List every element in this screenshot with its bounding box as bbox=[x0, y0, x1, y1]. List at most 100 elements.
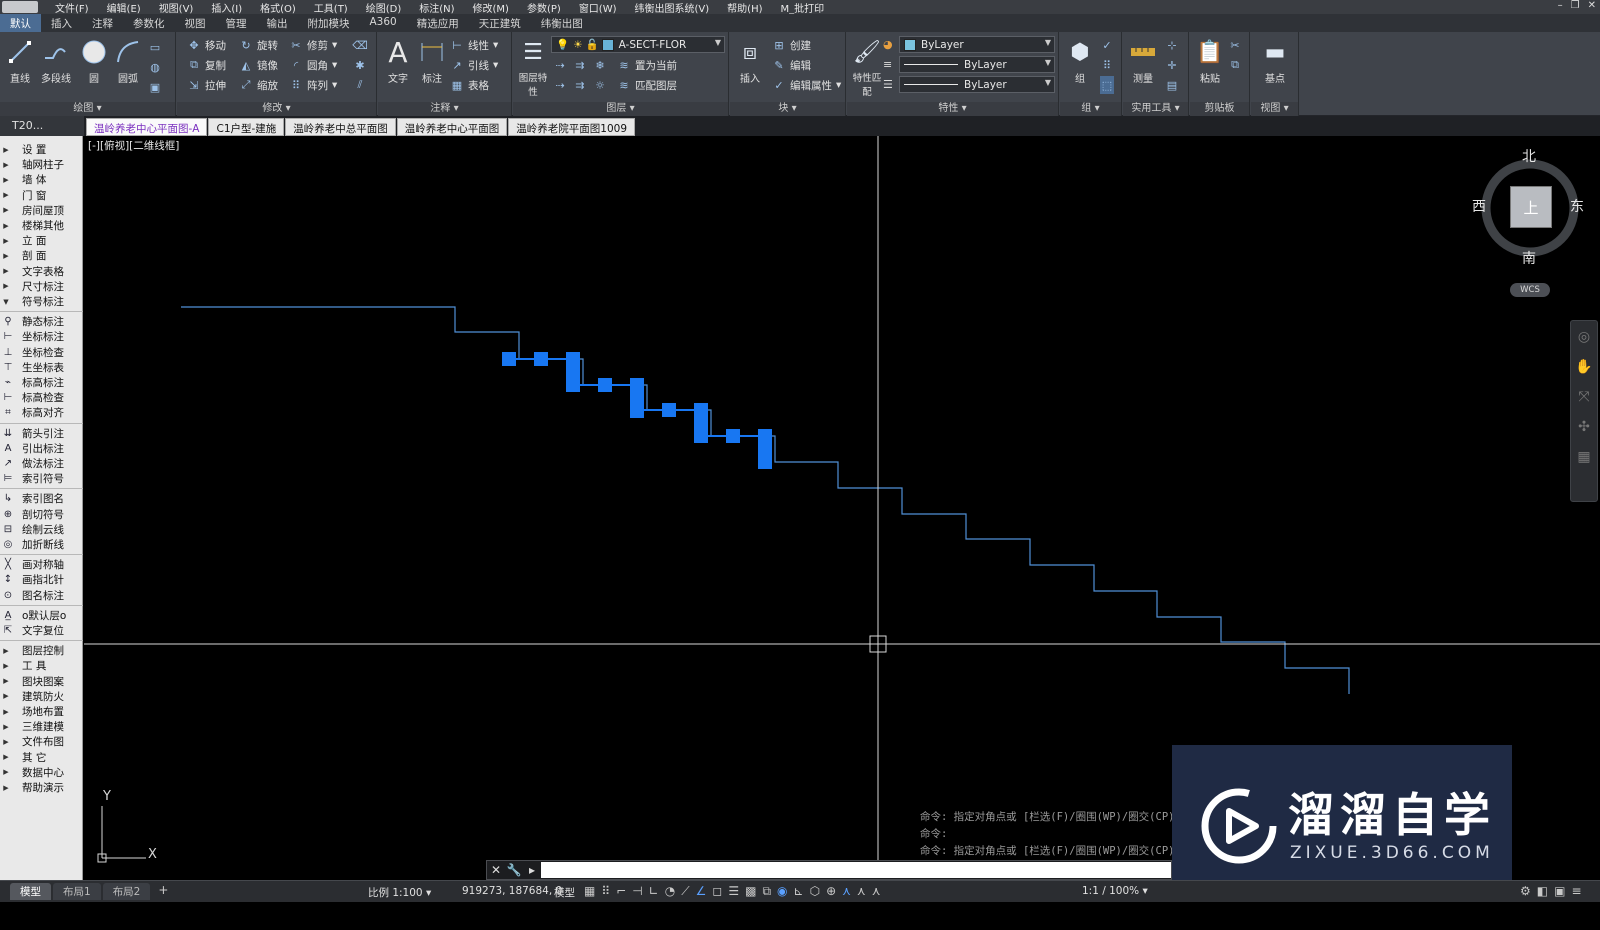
annotation-visibility-icon[interactable]: ⋏ bbox=[842, 884, 851, 899]
model-space-toggle[interactable]: 模型 bbox=[554, 885, 575, 900]
color-dropdown[interactable]: ByLayer ▼ bbox=[899, 36, 1055, 53]
palette-command[interactable]: ╳ 画对称轴 bbox=[0, 557, 83, 572]
grip[interactable] bbox=[502, 352, 516, 366]
paste-button[interactable]: 📋 粘贴 bbox=[1192, 36, 1228, 96]
gizmo-icon[interactable]: ⊕ bbox=[826, 884, 836, 899]
ribbon-tab[interactable]: 参数化 bbox=[123, 14, 175, 32]
add-layout-icon[interactable]: + bbox=[152, 883, 174, 900]
dynamic-input-icon[interactable]: ⊣ bbox=[632, 884, 642, 899]
menu-item[interactable]: 参数(P) bbox=[518, 0, 570, 15]
id-point-button[interactable]: ✛ bbox=[1165, 56, 1179, 74]
dimension-button[interactable]: 标注 bbox=[414, 36, 450, 96]
move-button[interactable]: ✥ 移动 bbox=[187, 36, 226, 54]
ribbon-tab[interactable]: 视图 bbox=[175, 14, 216, 32]
annotation-scale[interactable]: 1:1 / 100% ▾ bbox=[1082, 885, 1148, 897]
hatch-button[interactable]: ◍ bbox=[148, 58, 162, 76]
ribbon-tab[interactable]: 精选应用 bbox=[407, 14, 469, 32]
create-block-button[interactable]: ⊞ 创建 bbox=[772, 36, 811, 54]
palette-group[interactable]: ▶ 数据中心 bbox=[0, 765, 83, 780]
menu-item[interactable]: 工具(T) bbox=[305, 0, 357, 15]
restore-icon[interactable]: ❐ bbox=[1571, 0, 1580, 11]
auto-scale-icon[interactable]: ⋏ bbox=[857, 884, 866, 899]
layout-tab[interactable]: 模型 bbox=[10, 883, 51, 900]
file-tab[interactable]: 温岭养老中心平面图 bbox=[396, 118, 508, 136]
palette-command[interactable]: ⌁ 标高标注 bbox=[0, 375, 83, 390]
infer-icon[interactable]: ⌐ bbox=[616, 884, 626, 899]
palette-command[interactable]: ⌗ 标高对齐 bbox=[0, 405, 83, 420]
wcs-menu[interactable]: WCS bbox=[1510, 283, 1550, 297]
copy-clip-button[interactable]: ⧉ bbox=[1228, 56, 1242, 74]
lineweight-display-icon[interactable]: ☰ bbox=[728, 884, 739, 899]
isolate-objects-icon[interactable]: ◧ bbox=[1537, 884, 1548, 898]
palette-command[interactable]: ⇱ 文字复位 bbox=[0, 623, 83, 638]
object-snap-tracking-icon[interactable]: ∠ bbox=[696, 884, 707, 899]
palette-group[interactable]: ▶ 其 它 bbox=[0, 750, 83, 765]
ribbon-tab[interactable]: 纬衡出图 bbox=[531, 14, 593, 32]
orbit-icon[interactable]: ✣ bbox=[1571, 419, 1597, 441]
zoom-extents-icon[interactable]: ⤧ bbox=[1571, 389, 1597, 411]
layout-tab[interactable]: 布局2 bbox=[102, 883, 151, 900]
arc-button[interactable]: 圆弧 bbox=[110, 36, 146, 96]
selection-cycling-icon[interactable]: ⧉ bbox=[762, 884, 771, 899]
grip[interactable] bbox=[726, 429, 740, 443]
explode-button[interactable]: ✱ bbox=[353, 56, 367, 74]
palette-group[interactable]: ▶ 房间屋顶 bbox=[0, 203, 83, 218]
transparency-icon[interactable]: ▩ bbox=[745, 884, 756, 899]
palette-group[interactable]: ▶ 设 置 bbox=[0, 142, 83, 157]
palette-group[interactable]: ▶ 楼梯其他 bbox=[0, 218, 83, 233]
palette-group[interactable]: ▶ 立 面 bbox=[0, 233, 83, 248]
palette-group[interactable]: ▶ 墙 体 bbox=[0, 172, 83, 187]
calculator-button[interactable]: ▤ bbox=[1165, 76, 1179, 94]
grip[interactable] bbox=[630, 378, 644, 418]
palette-command[interactable]: ↕ 画指北针 bbox=[0, 572, 83, 587]
measure-button[interactable]: 测量 bbox=[1125, 36, 1161, 96]
palette-group[interactable]: ▶ 尺寸标注 bbox=[0, 279, 83, 294]
grip[interactable] bbox=[694, 403, 708, 443]
compass-east[interactable]: 东 bbox=[1570, 196, 1584, 216]
block-panel-title[interactable]: 块 ▾ bbox=[730, 102, 845, 116]
wrench-icon[interactable]: 🔧 bbox=[505, 863, 523, 877]
edit-block-button[interactable]: ✎ 编辑 bbox=[772, 56, 811, 74]
rectangle-button[interactable]: ▭ bbox=[148, 38, 162, 56]
palette-command[interactable]: A̲ o默认层o bbox=[0, 608, 83, 623]
ribbon-tab[interactable]: 天正建筑 bbox=[469, 14, 531, 32]
palette-group[interactable]: ▶ 文字表格 bbox=[0, 264, 83, 279]
grid-icon[interactable]: ▦ bbox=[584, 884, 595, 899]
fillet-button[interactable]: ◜ 圆角 ▾ bbox=[289, 56, 337, 74]
grip[interactable] bbox=[598, 378, 612, 392]
palette-command[interactable]: ⊤ 生坐标表 bbox=[0, 360, 83, 375]
menu-item[interactable]: 修改(M) bbox=[464, 0, 518, 15]
array-button[interactable]: ⠿ 阵列 ▾ bbox=[289, 76, 337, 94]
layer-dropdown[interactable]: 💡 ☀ 🔓 A-SECT-FLOR ▼ bbox=[551, 36, 725, 53]
menu-item[interactable]: 格式(O) bbox=[251, 0, 305, 15]
annotation-scale-icon[interactable]: ⋏ bbox=[872, 884, 881, 899]
menu-item[interactable]: 帮助(H) bbox=[718, 0, 771, 15]
palette-command[interactable]: ⊟ 绘制云线 bbox=[0, 522, 83, 537]
base-point-button[interactable]: ▬ 基点 bbox=[1257, 36, 1293, 96]
showmotion-icon[interactable]: ▦ bbox=[1571, 449, 1597, 471]
palette-command[interactable]: ⚲ 静态标注 bbox=[0, 314, 83, 329]
palette-group[interactable]: ▶ 门 窗 bbox=[0, 188, 83, 203]
command-input[interactable] bbox=[541, 862, 1171, 878]
layout-tab[interactable]: 布局1 bbox=[53, 883, 101, 900]
command-prompt-icon[interactable]: ▸ bbox=[523, 863, 541, 877]
palette-command[interactable]: ◎ 加折断线 bbox=[0, 537, 83, 552]
file-tab[interactable]: 温岭养老院平面图1009 bbox=[508, 118, 636, 136]
file-tab[interactable]: 温岭养老中总平面图 bbox=[285, 118, 396, 136]
ribbon-tab[interactable]: 默认 bbox=[0, 14, 41, 32]
cut-button[interactable]: ✂ bbox=[1228, 36, 1242, 54]
selection-grips[interactable] bbox=[502, 352, 772, 469]
menu-item[interactable]: 插入(I) bbox=[202, 0, 251, 15]
grip[interactable] bbox=[566, 352, 580, 392]
polyline-button[interactable]: 多段线 bbox=[36, 36, 76, 96]
coordinate-readout[interactable]: 919273, 187684, 0 bbox=[462, 885, 562, 897]
layer-on-button[interactable]: ⇢ bbox=[553, 76, 567, 94]
grip[interactable] bbox=[662, 403, 676, 417]
erase-button[interactable]: ⌫ bbox=[352, 36, 368, 54]
menu-item[interactable]: M_批打印 bbox=[772, 0, 834, 15]
stretch-button[interactable]: ⇲ 拉伸 bbox=[187, 76, 226, 94]
steering-wheel-icon[interactable]: ◎ bbox=[1571, 329, 1597, 351]
group-edit-button[interactable]: ⠿ bbox=[1100, 56, 1114, 74]
utilities-panel-title[interactable]: 实用工具 ▾ bbox=[1123, 102, 1188, 116]
lineweight-dropdown[interactable]: ByLayer ▼ bbox=[899, 76, 1055, 93]
